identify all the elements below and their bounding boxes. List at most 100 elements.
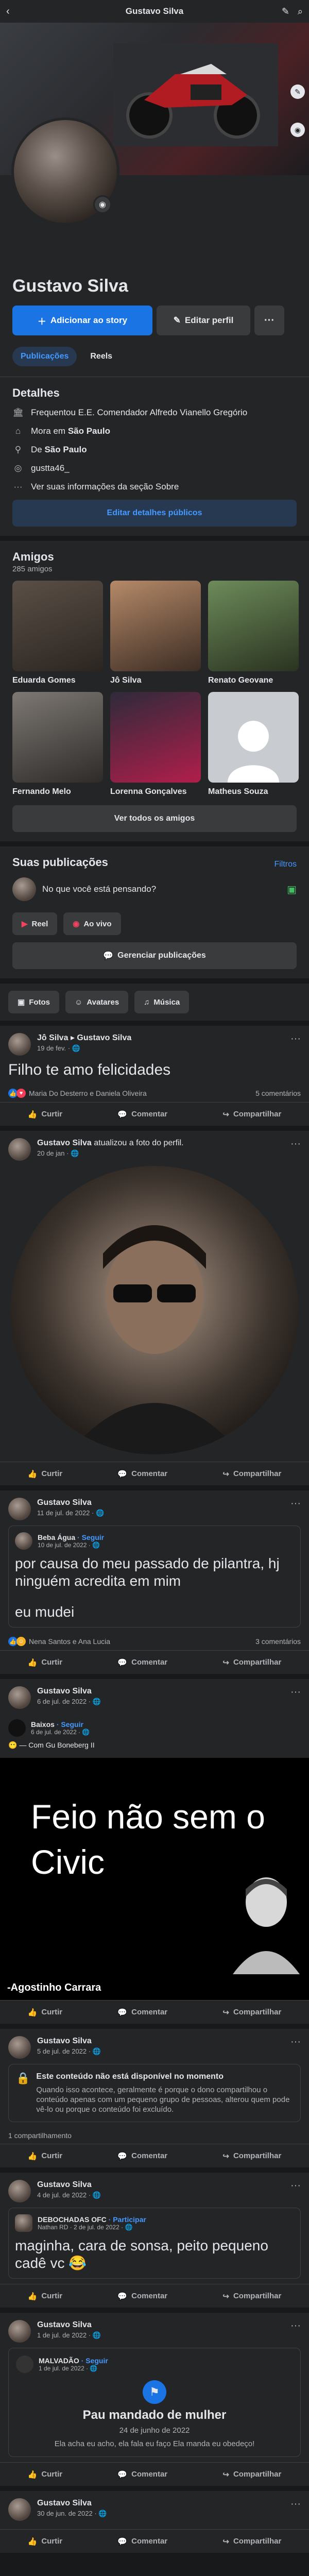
tagged-with[interactable]: 😶 — Com Gu Boneberg II <box>8 1741 301 1750</box>
reactions-bar[interactable]: 👍 ☺ Nena Santos e Ana Lucia 3 comentário… <box>0 1633 309 1650</box>
page-avatar[interactable] <box>16 2355 33 2373</box>
comment-button[interactable]: 💬 Comentar <box>117 1469 167 1479</box>
post-options-icon[interactable]: ··· <box>290 1033 301 1045</box>
like-button[interactable]: 👍 Curtir <box>28 2292 63 2301</box>
friend-card[interactable]: Matheus Souza <box>208 692 299 797</box>
post-author-avatar[interactable] <box>8 2498 31 2521</box>
comment-button[interactable]: 💬 Comentar <box>117 2008 167 2017</box>
comment-button[interactable]: 💬 Comentar <box>117 2292 167 2301</box>
search-icon[interactable]: ⌕ <box>298 6 303 17</box>
avatar-camera-icon[interactable]: ◉ <box>93 195 112 214</box>
comment-button[interactable]: 💬 Comentar <box>117 1110 167 1119</box>
composer-placeholder[interactable]: No que você está pensando? <box>42 884 281 894</box>
back-arrow-icon[interactable]: ‹ <box>6 6 21 18</box>
avatars-chip[interactable]: ☺ Avatares <box>65 991 129 1013</box>
comment-button[interactable]: 💬 Comentar <box>117 2151 167 2161</box>
tab-publicacoes[interactable]: Publicações <box>12 347 77 366</box>
edit-profile-button[interactable]: ✎ Editar perfil <box>157 306 250 335</box>
share-button[interactable]: ↪ Compartilhar <box>222 2537 281 2546</box>
shared-time[interactable]: Nathan RD · 2 de jul. de 2022 · <box>38 2224 123 2231</box>
post-time[interactable]: 19 de fev. · <box>37 1044 70 1052</box>
comment-count[interactable]: 5 comentários <box>255 1089 301 1097</box>
shared-post-header[interactable]: Baixos · Seguir 6 de jul. de 2022 · 🌐 😶 … <box>8 1714 301 1753</box>
shared-time[interactable]: 10 de jul. de 2022 · <box>38 1541 91 1549</box>
friend-card[interactable]: Fernando Melo <box>12 692 103 797</box>
group-name[interactable]: DEBOCHADAS OFC <box>38 2215 107 2224</box>
manage-posts-button[interactable]: 💬 Gerenciar publicações <box>12 942 297 969</box>
post-author[interactable]: Gustavo Silva <box>37 1686 284 1697</box>
live-button[interactable]: ◉ Ao vivo <box>63 912 121 935</box>
detail-see-info[interactable]: ··· Ver suas informações da seção Sobre <box>12 481 297 493</box>
post-options-icon[interactable]: ··· <box>290 1686 301 1698</box>
post-author-avatar[interactable] <box>8 2036 31 2059</box>
post-author-avatar[interactable] <box>8 1686 31 1709</box>
post-options-icon[interactable]: ··· <box>290 2498 301 2510</box>
post-time[interactable]: 30 de jun. de 2022 · <box>37 2510 97 2517</box>
shared-time[interactable]: 6 de jul. de 2022 · <box>31 1728 80 1736</box>
reactions-bar[interactable]: 👍 ♥ Maria Do Desterro e Daniela Oliveira… <box>0 1084 309 1102</box>
music-chip[interactable]: ♫ Música <box>134 991 190 1013</box>
post-options-icon[interactable]: ··· <box>290 1498 301 1510</box>
post-options-icon[interactable]: ··· <box>290 2320 301 2332</box>
filters-link[interactable]: Filtros <box>274 860 297 869</box>
more-options-button[interactable]: ··· <box>254 306 284 335</box>
edit-pencil-icon[interactable]: ✎ <box>282 6 289 17</box>
share-button[interactable]: ↪ Compartilhar <box>222 2292 281 2301</box>
like-button[interactable]: 👍 Curtir <box>28 1469 63 1479</box>
like-button[interactable]: 👍 Curtir <box>28 1658 63 1667</box>
post-time[interactable]: 1 de jul. de 2022 · <box>37 2331 91 2339</box>
add-story-button[interactable]: ＋ Adicionar ao story <box>12 306 152 335</box>
shared-post[interactable]: DEBOCHADAS OFC · Participar Nathan RD · … <box>8 2208 301 2279</box>
post-author[interactable]: Gustavo Silva <box>37 1139 92 1147</box>
share-button[interactable]: ↪ Compartilhar <box>222 1469 281 1479</box>
shared-card[interactable]: MALVADÃO · Seguir 1 de jul. de 2022 · 🌐 … <box>8 2348 301 2457</box>
share-button[interactable]: ↪ Compartilhar <box>222 1658 281 1667</box>
share-button[interactable]: ↪ Compartilhar <box>222 1110 281 1119</box>
post-time[interactable]: 4 de jul. de 2022 · <box>37 2191 91 2199</box>
photos-chip[interactable]: ▣ Fotos <box>8 991 60 1013</box>
follow-link[interactable]: · Seguir <box>81 2357 108 2365</box>
post-author[interactable]: Jô Silva <box>37 1033 68 1042</box>
share-button[interactable]: ↪ Compartilhar <box>222 2151 281 2161</box>
post-author[interactable]: Gustavo Silva <box>37 2180 284 2190</box>
share-button[interactable]: ↪ Compartilhar <box>222 2470 281 2479</box>
friend-card[interactable]: Jô Silva <box>110 581 201 686</box>
profile-avatar[interactable]: ◉ <box>11 117 119 226</box>
post-author-avatar[interactable] <box>8 1033 31 1056</box>
post-target[interactable]: Gustavo Silva <box>77 1033 131 1042</box>
like-button[interactable]: 👍 Curtir <box>28 2151 63 2161</box>
shared-author-avatar[interactable] <box>8 1719 26 1737</box>
reel-button[interactable]: ▶ Reel <box>12 912 58 935</box>
like-button[interactable]: 👍 Curtir <box>28 2470 63 2479</box>
shared-post[interactable]: Beba Água · Seguir 10 de jul. de 2022 · … <box>8 1526 301 1628</box>
post-options-icon[interactable]: ··· <box>290 1138 301 1150</box>
like-button[interactable]: 👍 Curtir <box>28 2008 63 2017</box>
friend-card[interactable]: Renato Geovane <box>208 581 299 686</box>
shared-author[interactable]: Beba Água <box>38 1533 75 1541</box>
post-author-avatar[interactable] <box>8 2180 31 2202</box>
post-author-avatar[interactable] <box>8 1138 31 1161</box>
post-author[interactable]: Gustavo Silva <box>37 1498 284 1508</box>
cover-edit-icon[interactable]: ✎ <box>290 84 305 99</box>
lives-city[interactable]: São Paulo <box>68 426 110 436</box>
follow-link[interactable]: · Seguir <box>77 1533 104 1541</box>
post-time[interactable]: 20 de jan · <box>37 1149 68 1157</box>
post-time[interactable]: 11 de jul. de 2022 · <box>37 1509 94 1517</box>
shared-author[interactable]: Baixos <box>31 1720 55 1728</box>
friend-card[interactable]: Lorenna Gonçalves <box>110 692 201 797</box>
shared-author-avatar[interactable] <box>15 1532 32 1550</box>
post-author-avatar[interactable] <box>8 2320 31 2343</box>
meme-image[interactable]: Feio não sem o Civic -Agostinho Carrara <box>0 1758 309 2000</box>
shares-bar[interactable]: 1 compartilhamento <box>0 2127 309 2144</box>
cover-camera-icon[interactable]: ◉ <box>290 123 305 137</box>
edit-public-details-button[interactable]: Editar detalhes públicos <box>12 500 297 527</box>
follow-link[interactable]: · Seguir <box>57 1720 83 1728</box>
post-time[interactable]: 6 de jul. de 2022 · <box>37 1698 91 1705</box>
friend-card[interactable]: Eduarda Gomes <box>12 581 103 686</box>
instagram-handle[interactable]: gustta46_ <box>31 463 70 474</box>
post-options-icon[interactable]: ··· <box>290 2036 301 2048</box>
like-button[interactable]: 👍 Curtir <box>28 1110 63 1119</box>
see-info-link[interactable]: Ver suas informações da seção Sobre <box>31 481 179 493</box>
profile-photo-image[interactable] <box>10 1166 299 1454</box>
comment-button[interactable]: 💬 Comentar <box>117 2537 167 2546</box>
